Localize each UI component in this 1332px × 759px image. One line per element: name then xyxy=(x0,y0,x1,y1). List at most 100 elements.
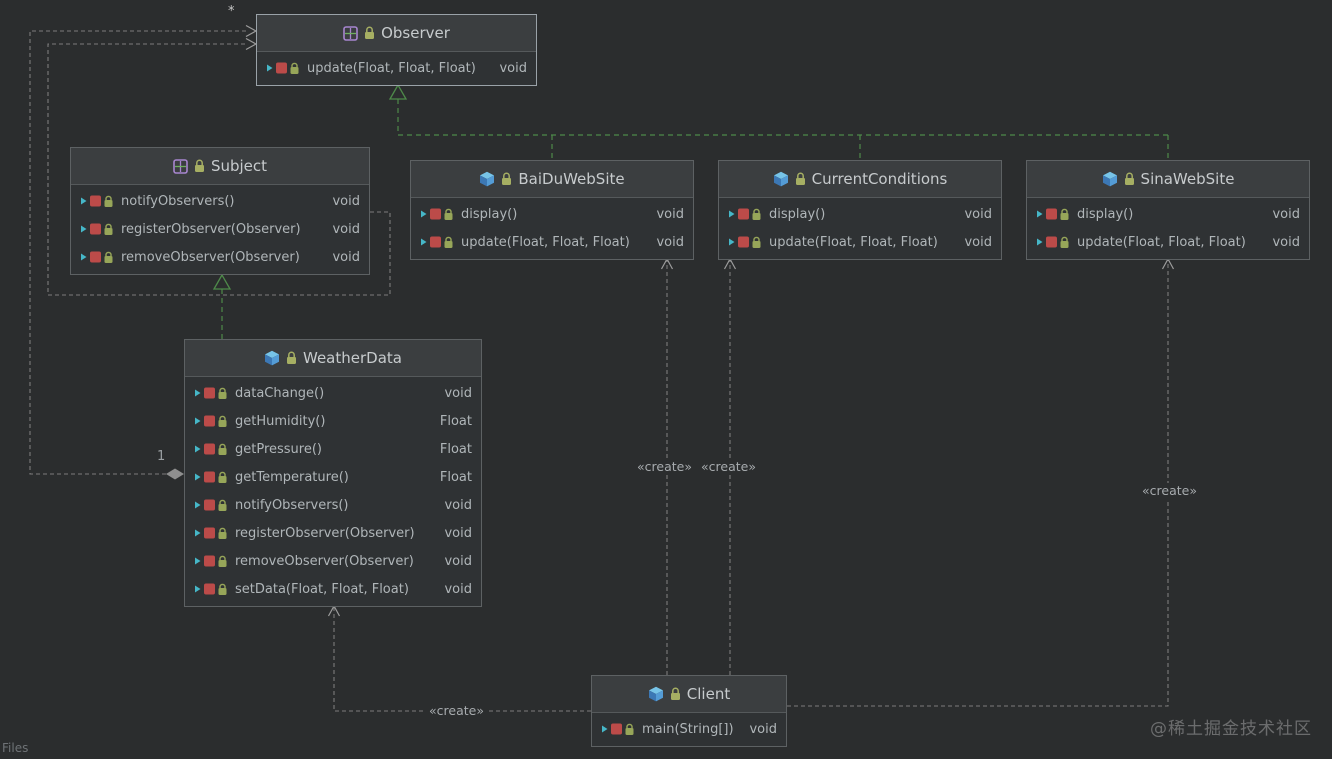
class-header-client[interactable]: Client xyxy=(592,676,786,713)
lock-icon xyxy=(364,26,375,40)
create-line-client-sina xyxy=(787,259,1169,707)
method-row[interactable]: update(Float, Float, Float) void xyxy=(411,228,693,256)
method-return-type: void xyxy=(1272,206,1300,222)
arrowhead xyxy=(660,257,674,270)
class-header-currentconditions[interactable]: CurrentConditions xyxy=(719,161,1001,198)
class-node-observer[interactable]: Observer update(Float, Float, Float) voi… xyxy=(256,14,537,86)
class-icon xyxy=(648,686,664,702)
method-row[interactable]: getHumidity() Float xyxy=(185,407,481,435)
class-icon xyxy=(773,171,789,187)
class-node-currentconditions[interactable]: CurrentConditions display() void update(… xyxy=(718,160,1002,260)
method-row[interactable]: display() void xyxy=(719,200,1001,228)
method-signature: update(Float, Float, Float) xyxy=(1077,234,1246,250)
method-icon xyxy=(1036,235,1070,249)
method-return-type: Float xyxy=(439,413,472,429)
method-row[interactable]: registerObserver(Observer) void xyxy=(185,519,481,547)
method-return-type: void xyxy=(444,581,472,597)
method-row[interactable]: display() void xyxy=(411,200,693,228)
method-return-type: void xyxy=(444,553,472,569)
method-icon xyxy=(194,386,228,400)
class-title: Client xyxy=(686,685,731,703)
class-title: Subject xyxy=(210,157,268,175)
class-header-baiduwebsite[interactable]: BaiDuWebSite xyxy=(411,161,693,198)
multiplicity-one: 1 xyxy=(154,449,169,465)
method-icon xyxy=(266,61,300,75)
method-signature: display() xyxy=(769,206,826,222)
method-return-type: void xyxy=(656,206,684,222)
method-return-type: void xyxy=(499,60,527,76)
lock-icon xyxy=(795,172,806,186)
create-line-client-weatherdata xyxy=(333,606,591,712)
method-row[interactable]: removeObserver(Observer) void xyxy=(71,243,369,271)
class-icon xyxy=(479,171,495,187)
create-label-sina: «create» xyxy=(1139,483,1200,499)
class-header-weatherdata[interactable]: WeatherData xyxy=(185,340,481,377)
arrowhead xyxy=(245,24,258,38)
lock-icon xyxy=(286,351,297,365)
method-return-type: void xyxy=(964,234,992,250)
class-title: WeatherData xyxy=(303,349,402,367)
method-row[interactable]: main(String[]) void xyxy=(592,715,786,743)
method-signature: display() xyxy=(1077,206,1134,222)
class-node-sinawebsite[interactable]: SinaWebSite display() void update(Float,… xyxy=(1026,160,1310,260)
class-header-observer[interactable]: Observer xyxy=(257,15,536,52)
class-node-weatherdata[interactable]: WeatherData dataChange() void getHumidit… xyxy=(184,339,482,607)
method-icon xyxy=(194,526,228,540)
method-icon xyxy=(194,414,228,428)
method-icon xyxy=(420,207,454,221)
lock-icon xyxy=(670,687,681,701)
method-row[interactable]: getTemperature() Float xyxy=(185,463,481,491)
method-return-type: void xyxy=(332,249,360,265)
class-node-client[interactable]: Client main(String[]) void xyxy=(591,675,787,747)
method-row[interactable]: update(Float, Float, Float) void xyxy=(719,228,1001,256)
method-row[interactable]: notifyObservers() void xyxy=(71,187,369,215)
method-row[interactable]: notifyObservers() void xyxy=(185,491,481,519)
class-node-subject[interactable]: Subject notifyObservers() void registerO… xyxy=(70,147,370,275)
method-icon xyxy=(194,470,228,484)
arrowhead xyxy=(327,604,341,617)
method-icon xyxy=(80,250,114,264)
method-signature: removeObserver(Observer) xyxy=(121,249,300,265)
method-row[interactable]: update(Float, Float, Float) void xyxy=(1027,228,1309,256)
method-icon xyxy=(1036,207,1070,221)
arrowhead xyxy=(245,37,258,51)
class-title: BaiDuWebSite xyxy=(518,170,625,188)
method-signature: notifyObservers() xyxy=(121,193,235,209)
class-header-subject[interactable]: Subject xyxy=(71,148,369,185)
method-icon xyxy=(80,194,114,208)
method-signature: dataChange() xyxy=(235,385,325,401)
method-row[interactable]: registerObserver(Observer) void xyxy=(71,215,369,243)
class-node-baiduwebsite[interactable]: BaiDuWebSite display() void update(Float… xyxy=(410,160,694,260)
method-return-type: void xyxy=(964,206,992,222)
uml-diagram-canvas[interactable]: * 1 «create» «create» «create» «create» … xyxy=(0,0,1332,759)
method-row[interactable]: display() void xyxy=(1027,200,1309,228)
method-signature: display() xyxy=(461,206,518,222)
method-icon xyxy=(194,442,228,456)
lock-icon xyxy=(194,159,205,173)
method-signature: update(Float, Float, Float) xyxy=(307,60,476,76)
method-icon xyxy=(420,235,454,249)
method-signature: update(Float, Float, Float) xyxy=(461,234,630,250)
method-icon xyxy=(194,498,228,512)
class-header-sinawebsite[interactable]: SinaWebSite xyxy=(1027,161,1309,198)
method-return-type: void xyxy=(1272,234,1300,250)
method-row[interactable]: getPressure() Float xyxy=(185,435,481,463)
method-return-type: void xyxy=(444,525,472,541)
method-signature: update(Float, Float, Float) xyxy=(769,234,938,250)
method-row[interactable]: removeObserver(Observer) void xyxy=(185,547,481,575)
method-icon xyxy=(601,722,635,736)
create-label-currentconditions: «create» xyxy=(698,459,759,475)
method-icon xyxy=(194,582,228,596)
interface-icon xyxy=(343,25,358,41)
method-return-type: void xyxy=(332,221,360,237)
class-title: Observer xyxy=(381,24,450,42)
create-label-weatherdata: «create» xyxy=(426,703,487,719)
multiplicity-star: * xyxy=(228,4,235,19)
interface-icon xyxy=(173,158,188,174)
method-signature: notifyObservers() xyxy=(235,497,349,513)
method-row[interactable]: dataChange() void xyxy=(185,379,481,407)
realization-triangle-observer xyxy=(388,83,408,100)
method-row[interactable]: update(Float, Float, Float) void xyxy=(257,54,536,82)
class-title: SinaWebSite xyxy=(1140,170,1235,188)
method-row[interactable]: setData(Float, Float, Float) void xyxy=(185,575,481,603)
